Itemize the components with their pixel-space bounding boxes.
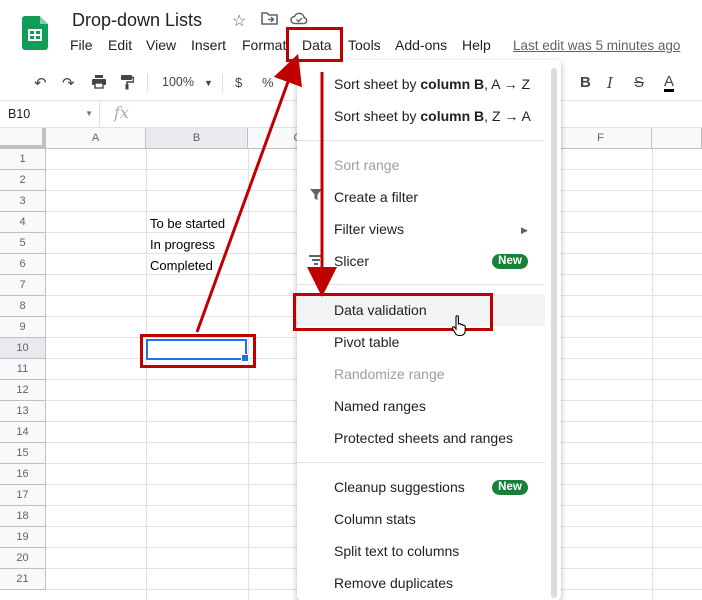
- annotation-arrows: [195, 53, 337, 333]
- hand-cursor-icon: [451, 315, 467, 342]
- arrow-cell-to-data-menu: [195, 53, 302, 333]
